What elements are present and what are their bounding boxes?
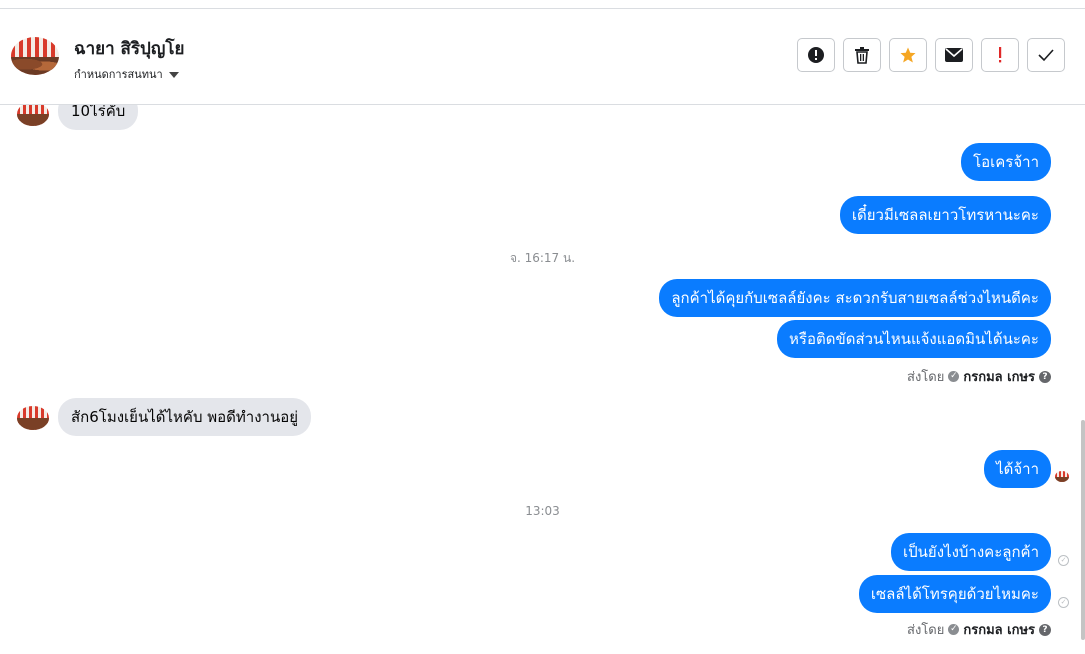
conversation-header: ฉายา สิริปุญโย กำหนดการสนทนา <box>0 9 1085 105</box>
timestamp: จ. 16:17 น. <box>509 251 576 265</box>
contact-avatar[interactable] <box>11 37 59 75</box>
star-icon <box>900 47 916 63</box>
sent-by-text: ส่งโดย <box>907 623 945 638</box>
message-outgoing[interactable]: ได้จ้าา <box>984 450 1051 488</box>
delete-button[interactable] <box>843 38 881 72</box>
timestamp: 13:03 <box>525 504 560 518</box>
message-outgoing[interactable]: เซลล์ได้โทรคุยด้วยไหมคะ <box>858 575 1051 613</box>
verified-icon: ✓ <box>948 624 960 635</box>
checkmark-icon <box>1038 49 1054 62</box>
alert-circle-icon <box>808 47 824 63</box>
envelope-icon <box>945 48 963 62</box>
conversation-settings-label: กำหนดการสนทนา <box>74 68 163 81</box>
trash-icon <box>855 47 869 64</box>
exclamation-icon <box>999 47 1002 63</box>
mark-unread-button[interactable] <box>935 38 973 72</box>
scrollbar[interactable] <box>1081 420 1085 640</box>
message-outgoing[interactable]: หรือติดขัดส่วนไหนแจ้งแอดมินได้นะคะ <box>777 320 1051 358</box>
contact-avatar-small <box>17 104 49 126</box>
done-button[interactable] <box>1027 38 1065 72</box>
delivered-check-icon: ✓ <box>1058 597 1069 608</box>
message-outgoing[interactable]: เดี๋ยวมีเซลลเยาวโทรหานะคะ <box>839 196 1051 234</box>
verified-icon: ✓ <box>948 371 960 382</box>
message-incoming[interactable]: สัก6โมงเย็นได้ไหคับ พอดีทำงานอยู่ <box>58 398 312 436</box>
caret-down-icon <box>168 72 179 78</box>
sent-by-text: ส่งโดย <box>907 370 945 385</box>
contact-name[interactable]: ฉายา สิริปุญโย <box>74 35 184 62</box>
message-incoming[interactable]: 10ไร่คับ <box>58 104 139 130</box>
conversation-settings-dropdown[interactable]: กำหนดการสนทนา <box>74 65 179 83</box>
message-outgoing[interactable]: ลูกค้าได้คุยกับเซลล์ยังคะ สะดวกรับสายเซล… <box>659 279 1051 317</box>
message-outgoing[interactable]: โอเครจ้าา <box>961 143 1051 181</box>
sender-name[interactable]: กรกมล เกษร <box>963 619 1035 640</box>
contact-avatar-small <box>17 406 49 430</box>
spam-button[interactable] <box>981 38 1019 72</box>
sent-by-label: ส่งโดย ✓ กรกมล เกษร ? <box>907 366 1051 387</box>
sent-by-label: ส่งโดย ✓ กรกมล เกษร ? <box>907 619 1051 640</box>
seen-avatar-icon <box>1055 471 1069 482</box>
help-icon[interactable]: ? <box>1039 370 1051 383</box>
toolbar <box>797 38 1065 72</box>
delivered-check-icon: ✓ <box>1058 555 1069 566</box>
help-icon[interactable]: ? <box>1039 623 1051 636</box>
sender-name[interactable]: กรกมล เกษร <box>963 366 1035 387</box>
star-button[interactable] <box>889 38 927 72</box>
message-thread[interactable]: 10ไร่คับ โอเครจ้าา เดี๋ยวมีเซลลเยาวโทรหา… <box>0 104 1085 654</box>
info-button[interactable] <box>797 38 835 72</box>
message-outgoing[interactable]: เป็นยังไงบ้างคะลูกค้า <box>891 533 1051 571</box>
